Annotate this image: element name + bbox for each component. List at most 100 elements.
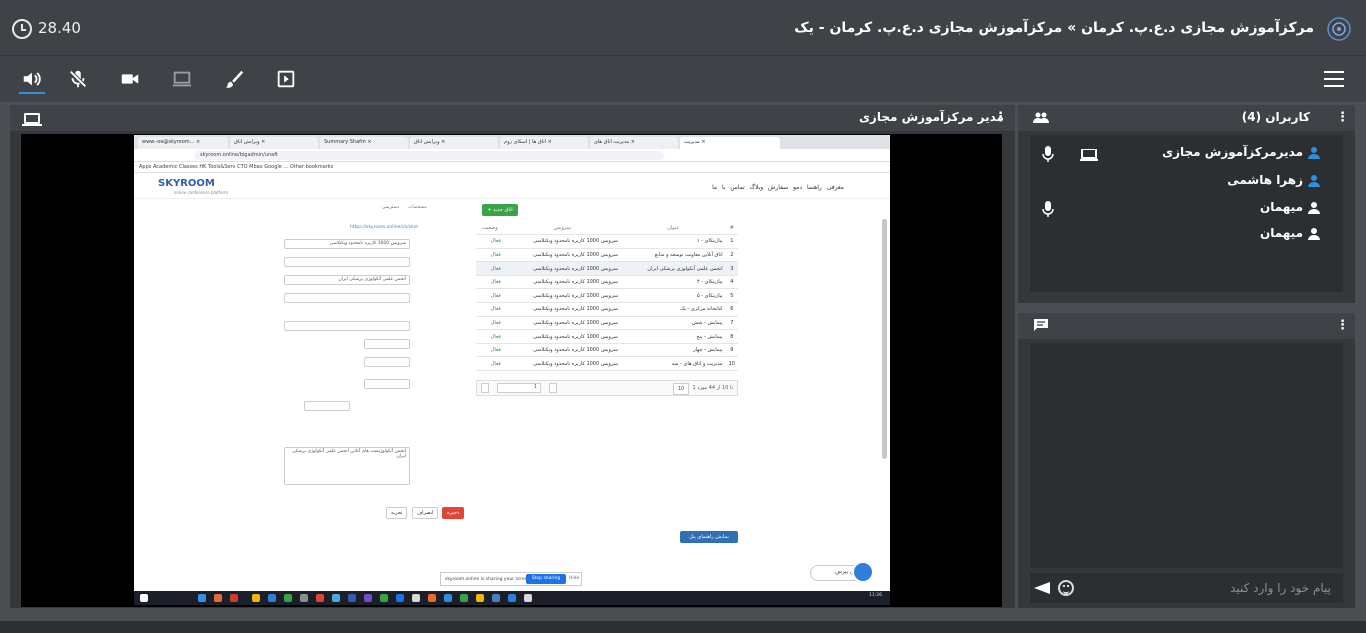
microphone-icon[interactable]: [1042, 146, 1054, 162]
users-panel-more-icon[interactable]: ⋮: [1336, 110, 1349, 125]
form-url: https://skyroom.online/ch/skm: [350, 225, 419, 230]
taskbar-app-icon: [364, 594, 372, 602]
row-number: 10: [725, 356, 738, 372]
taskbar-app-icon: [252, 594, 260, 602]
room-title: مرکزآموزش مجازی د.ع.پ. کرمان » مرکزآموزش…: [794, 20, 1314, 36]
media-button[interactable]: [273, 66, 299, 92]
room-service: سرویس 1000 کاربره نامحدود ویکتلاسی: [503, 248, 621, 263]
camera-button[interactable]: [117, 66, 143, 92]
room-title: پیاژینکای - ۵: [620, 288, 726, 304]
room-service: سرویس 1000 کاربره نامحدود ویکتلاسی: [503, 234, 621, 249]
room-service: سرویس 1000 کاربره نامحدود ویکتلاسی: [503, 275, 621, 290]
user-name[interactable]: زهرا هاشمی: [1227, 173, 1303, 187]
room-title: کتابخانه مرکزی - یک: [620, 302, 726, 317]
row-number: 9: [725, 343, 738, 358]
form-input: [364, 339, 410, 349]
room-title: انجمن علمی آنکولوژی پزشکی ایران: [620, 261, 726, 276]
taskbar-app-icon: [524, 594, 532, 602]
form-input: [284, 257, 410, 267]
toolbar: [0, 56, 1366, 102]
user-name[interactable]: میهمان: [1260, 226, 1303, 240]
user-name[interactable]: مدیرمرکزآموزش مجازی: [1162, 145, 1303, 159]
row-number: 3: [725, 261, 738, 276]
browser-tab-strip: www.-oe@skyroom... × ویرایش اتاق × Summa…: [134, 135, 890, 149]
whiteboard-button[interactable]: [221, 66, 247, 92]
row-number: 5: [725, 288, 738, 304]
screen-icon: [22, 113, 42, 126]
screen-icon[interactable]: [1080, 149, 1098, 161]
room-service: سرویس 1000 کاربره نامحدود ویکتلاسی: [503, 316, 621, 331]
room-status: فعال: [476, 316, 504, 331]
table-row: 6 کتابخانه مرکزی - یک سرویس 1000 کاربره نا…: [476, 302, 738, 317]
browser-tab: ویرایش اتاق ×: [410, 137, 498, 149]
stop-sharing-button: Stop sharing: [526, 574, 566, 584]
emoji-icon[interactable]: [1058, 580, 1074, 596]
users-icon: [1033, 112, 1049, 123]
table-pager: 1 تا 10 از 44 مورد 10 1: [476, 380, 738, 396]
browser-tab: اتاق ها | اسکای روم ×: [500, 137, 588, 149]
taskbar-app-icon: [316, 594, 324, 602]
chat-input[interactable]: [1030, 573, 1343, 603]
user-icon: [1308, 175, 1320, 187]
taskbar-app-icon: [300, 594, 308, 602]
taskbar-app-icon: [214, 594, 222, 602]
form-input: [304, 401, 350, 411]
pager-text: 1 تا 10 از 44 مورد: [692, 385, 733, 391]
room-status: فعال: [476, 329, 504, 344]
hamburger-menu-icon[interactable]: [1324, 71, 1344, 87]
col-header: سرویس: [503, 221, 621, 236]
site-nav: معرفی راهنما دمو سفارش وبلاگ تماس با ما: [712, 184, 844, 191]
play-media-icon: [277, 70, 295, 88]
room-title: پیاژینکای - ۴: [620, 275, 726, 290]
room-service: سرویس 1000 کاربره نامحدود ویکتلاسی: [503, 343, 621, 358]
table-row: 4 پیاژینکای - ۴ سرویس 1000 کاربره نامحدود …: [476, 275, 738, 290]
form-input: [364, 357, 410, 367]
form-input: [364, 379, 410, 389]
form-title-input: انجمن علمی آنکولوژی پزشکی ایران: [284, 275, 410, 285]
rooms-table: # عنوان سرویس وضعیت 1 پیاژینکای - ۱ سرویس …: [476, 221, 738, 372]
taskbar-app-icon: [284, 594, 292, 602]
form-input: [284, 293, 410, 303]
send-icon[interactable]: [1034, 582, 1050, 594]
windows-taskbar: [134, 591, 890, 605]
screen-share-button[interactable]: [169, 66, 195, 92]
form-save-button: ذخیره: [442, 507, 465, 519]
hide-sharing-button: Hide: [569, 576, 580, 581]
microphone-icon[interactable]: [1042, 201, 1054, 217]
room-service: سرویس 1000 کاربره نامحدود ویکتلاسی: [503, 302, 621, 317]
chat-messages: [1030, 343, 1343, 568]
room-status: فعال: [476, 275, 504, 290]
room-service: سرویس 1000 کاربره نامحدود ویکتلاسی: [503, 288, 621, 304]
room-status: فعال: [476, 234, 504, 249]
room-title: اتاق آنلاین معاونت توسعه و منابع: [620, 248, 726, 263]
room-title: پیمایش - چهار: [620, 343, 726, 358]
room-service: سرویس 1000 کاربره نامحدود ویکتلاسی: [503, 329, 621, 344]
browser-tab: Summary Shafm ×: [320, 137, 408, 149]
room-service: سرویس 1000 کاربره نامحدود ویکتلاسی: [503, 261, 621, 276]
speaker-button[interactable]: [19, 66, 45, 92]
table-row: 8 پیمایش - پنج سرویس 1000 کاربره نامحدود و…: [476, 329, 738, 344]
bottom-strip: [0, 621, 1366, 633]
users-list: مدیرمرکزآموزش مجازی زهرا هاشمی میهمان می…: [1030, 135, 1343, 292]
site-logo-subtitle: online conference platform: [174, 190, 229, 195]
room-title: پیاژینکای - ۱: [620, 234, 726, 249]
show-guide-button: نمایش راهنمای پنل: [680, 531, 738, 543]
share-panel-more-icon[interactable]: ⋮: [994, 110, 1007, 125]
row-number: 8: [725, 329, 738, 344]
taskbar-app-icon: [508, 594, 516, 602]
skyroom-logo-icon: [1327, 17, 1351, 41]
form-cancel-button: انصراف: [412, 507, 439, 519]
microphone-button[interactable]: [65, 66, 91, 92]
table-row: 3 انجمن علمی آنکولوژی پزشکی ایران سرویس 10…: [476, 261, 738, 276]
support-chat-icon: [852, 561, 874, 583]
form-input: [284, 321, 410, 331]
taskbar-app-icon: [492, 594, 500, 602]
table-row: 1 پیاژینکای - ۱ سرویس 1000 کاربره نامحدود …: [476, 234, 738, 249]
taskbar-app-icon: [476, 594, 484, 602]
room-status: فعال: [476, 343, 504, 358]
user-icon: [1308, 202, 1320, 214]
user-name[interactable]: میهمان: [1260, 200, 1303, 214]
room-title: پیمایش - پنج: [620, 329, 726, 344]
form-tab: مشخصات: [408, 205, 427, 210]
chat-panel-more-icon[interactable]: ⋮: [1336, 318, 1349, 333]
